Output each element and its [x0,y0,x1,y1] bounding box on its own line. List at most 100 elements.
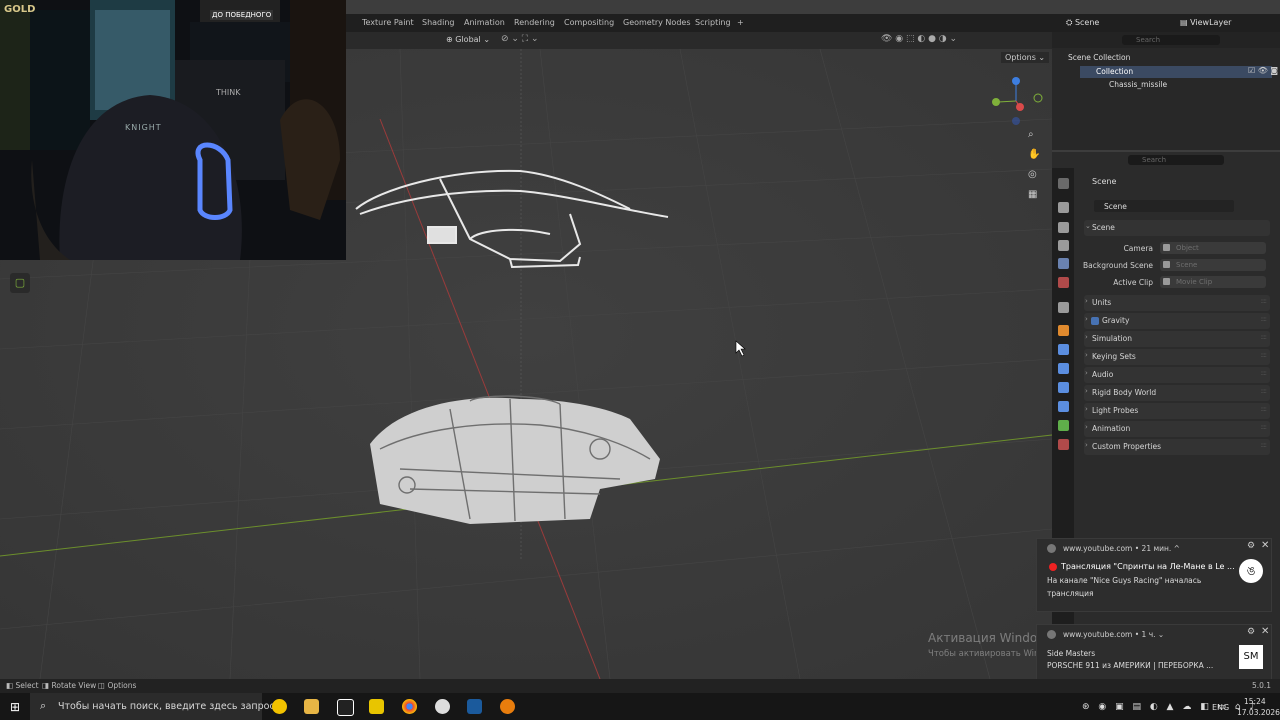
panel-gravity-label: Gravity [1102,316,1130,325]
store-sign: ДО ПОБЕДНОГО [210,10,274,20]
overlay-icons[interactable]: 👁 ◉ ⬚ ◐ ● ◑ ⌄ [881,34,957,44]
tab-texture-paint[interactable]: Texture Paint [362,18,414,27]
viewlayer-selector[interactable]: ▤ ViewLayer [1180,18,1231,27]
chrome-icon[interactable] [402,699,417,714]
clock-time[interactable]: 15:24 [1244,697,1266,706]
think-sign: THINK [216,88,241,97]
gravity-checkbox[interactable] [1091,317,1099,325]
taskbar-search-placeholder: Чтобы начать поиск, введите здесь запрос [58,701,275,712]
panel-audio-label: Audio [1092,370,1114,379]
particles-tab-icon[interactable] [1058,363,1069,374]
chrome-icon [1047,544,1056,553]
tab-geometry-nodes[interactable]: Geometry Nodes [623,18,690,27]
language-indicator[interactable]: ENG [1212,703,1229,712]
tab-rendering[interactable]: Rendering [514,18,555,27]
steam-icon[interactable] [467,699,482,714]
app-icon-yellow[interactable] [369,699,384,714]
panel-rigid-body-world[interactable]: › Rigid Body World:::: [1084,385,1270,401]
object-tab-icon[interactable] [1058,325,1069,336]
pan-hand-icon[interactable]: ✋ [1028,149,1042,163]
scene-panel-header[interactable]: ⌄ Scene [1084,220,1270,236]
outliner-search-input[interactable]: Search [1122,35,1220,45]
physics-tab-icon[interactable] [1058,382,1069,393]
windows-start-icon[interactable]: ⊞ [10,700,20,714]
notification-settings-icon[interactable]: ⚙ [1247,541,1255,551]
visibility-eye-icon[interactable]: ☑ 👁 ◙ [1248,66,1278,75]
channel-avatar: ঙ [1239,559,1263,583]
scene-collection-label[interactable]: Scene Collection [1068,53,1130,62]
background-scene-field[interactable]: Scene [1160,259,1266,271]
collection-tab-icon[interactable] [1058,302,1069,313]
modifier-tab-icon[interactable] [1058,344,1069,355]
chevron-right-icon: › [1085,351,1088,359]
collection-item[interactable]: Collection [1096,67,1133,76]
status-options-label: Options [107,681,137,690]
webcam-frame [0,0,346,260]
panel-gravity[interactable]: › Gravity:::: [1084,313,1270,329]
camera-field[interactable]: Object [1160,242,1266,254]
tab-shading[interactable]: Shading [422,18,455,27]
tool-tab-icon[interactable] [1058,178,1069,189]
object-item-chassis[interactable]: Chassis_missile [1109,80,1167,89]
constraints-tab-icon[interactable] [1058,401,1069,412]
scene-name-field[interactable]: Scene [1104,202,1127,211]
tab-animation[interactable]: Animation [464,18,505,27]
panel-keying-sets[interactable]: › Keying Sets:::: [1084,349,1270,365]
app-icon-circle[interactable] [435,699,450,714]
panel-light-probes-label: Light Probes [1092,406,1139,415]
tab-scripting[interactable]: Scripting [695,18,731,27]
app-icon-h[interactable] [337,699,354,716]
close-icon[interactable]: ✕ [1261,626,1269,637]
tab-compositing[interactable]: Compositing [564,18,614,27]
blender-icon[interactable] [500,699,515,714]
add-workspace-button[interactable]: + [737,18,744,27]
chevron-right-icon: › [1085,387,1088,395]
scene-selector[interactable]: ⛭ Scene [1066,18,1099,28]
chair-brand: KNIGHT [125,123,162,132]
snap-icon[interactable]: ⊘ ⌄ ⛶ ⌄ [501,34,539,44]
notification-line2: PORSCHE 911 из АМЕРИКИ | ПЕРЕБОРКА ... [1047,661,1214,670]
scene-tab-icon[interactable] [1058,258,1069,269]
properties-search-input[interactable]: Search [1128,155,1224,165]
chevron-right-icon: › [1085,441,1088,449]
chrome-icon [1047,630,1056,639]
panel-light-probes[interactable]: › Light Probes:::: [1084,403,1270,419]
panel-simulation[interactable]: › Simulation:::: [1084,331,1270,347]
file-explorer-icon[interactable] [304,699,319,714]
active-clip-field[interactable]: Movie Clip [1160,276,1266,288]
system-tray-icons[interactable]: ⊛ ◉ ▣ ▤ ◐ ▲ ☁ ◧ ▭ ⌂ ♪ [1082,702,1258,712]
notification-line2: трансляция [1047,589,1094,598]
add-cube-tool-icon[interactable]: ▢ [10,273,30,293]
outliner: Search Scene Collection Collection Chass… [1052,32,1280,150]
close-icon[interactable]: ✕ [1261,540,1269,551]
panel-audio[interactable]: › Audio:::: [1084,367,1270,383]
world-tab-icon[interactable] [1058,277,1069,288]
output-tab-icon[interactable] [1058,222,1069,233]
active-clip-placeholder: Movie Clip [1176,278,1213,286]
notification-settings-icon[interactable]: ⚙ [1247,627,1255,637]
notification-youtube-stream[interactable]: www.youtube.com • 21 мин. ^ ⚙ ✕ Трансляц… [1036,538,1272,612]
notification-youtube-video[interactable]: www.youtube.com • 1 ч. ⌄ ⚙ ✕ Side Master… [1036,624,1272,680]
panel-custom-properties[interactable]: › Custom Properties:::: [1084,439,1270,455]
panel-animation[interactable]: › Animation:::: [1084,421,1270,437]
view-layer-tab-icon[interactable] [1058,240,1069,251]
app-icon-1[interactable] [272,699,287,714]
panel-custom-properties-label: Custom Properties [1092,442,1162,451]
ortho-grid-icon[interactable]: ▦ [1028,189,1042,203]
taskbar-search-input[interactable]: ⌕ Чтобы начать поиск, введите здесь запр… [30,693,275,720]
camera-view-icon[interactable]: ◎ [1028,169,1042,183]
notification-source: www.youtube.com • 1 ч. ⌄ [1063,630,1165,639]
chevron-right-icon: › [1085,315,1088,323]
clock-date[interactable]: 17.03.2026 [1237,708,1280,717]
webcam-overlay: GOLD ДО ПОБЕДНОГО THINK KNIGHT [0,0,346,260]
render-tab-icon[interactable] [1058,202,1069,213]
chevron-right-icon: › [1085,369,1088,377]
zoom-icon[interactable]: ⌕ [1028,129,1042,143]
viewport-header: ⊕ Global ⌄ ⊘ ⌄ ⛶ ⌄ 👁 ◉ ⬚ ◐ ● ◑ ⌄ Options… [346,32,1052,63]
panel-units[interactable]: › Units:::: [1084,295,1270,311]
scene-name: Scene [1074,18,1100,27]
options-dropdown[interactable]: Options ⌄ [1001,52,1050,63]
material-tab-icon[interactable] [1058,439,1069,450]
orientation-dropdown[interactable]: ⊕ Global ⌄ [446,35,490,44]
data-tab-icon[interactable] [1058,420,1069,431]
